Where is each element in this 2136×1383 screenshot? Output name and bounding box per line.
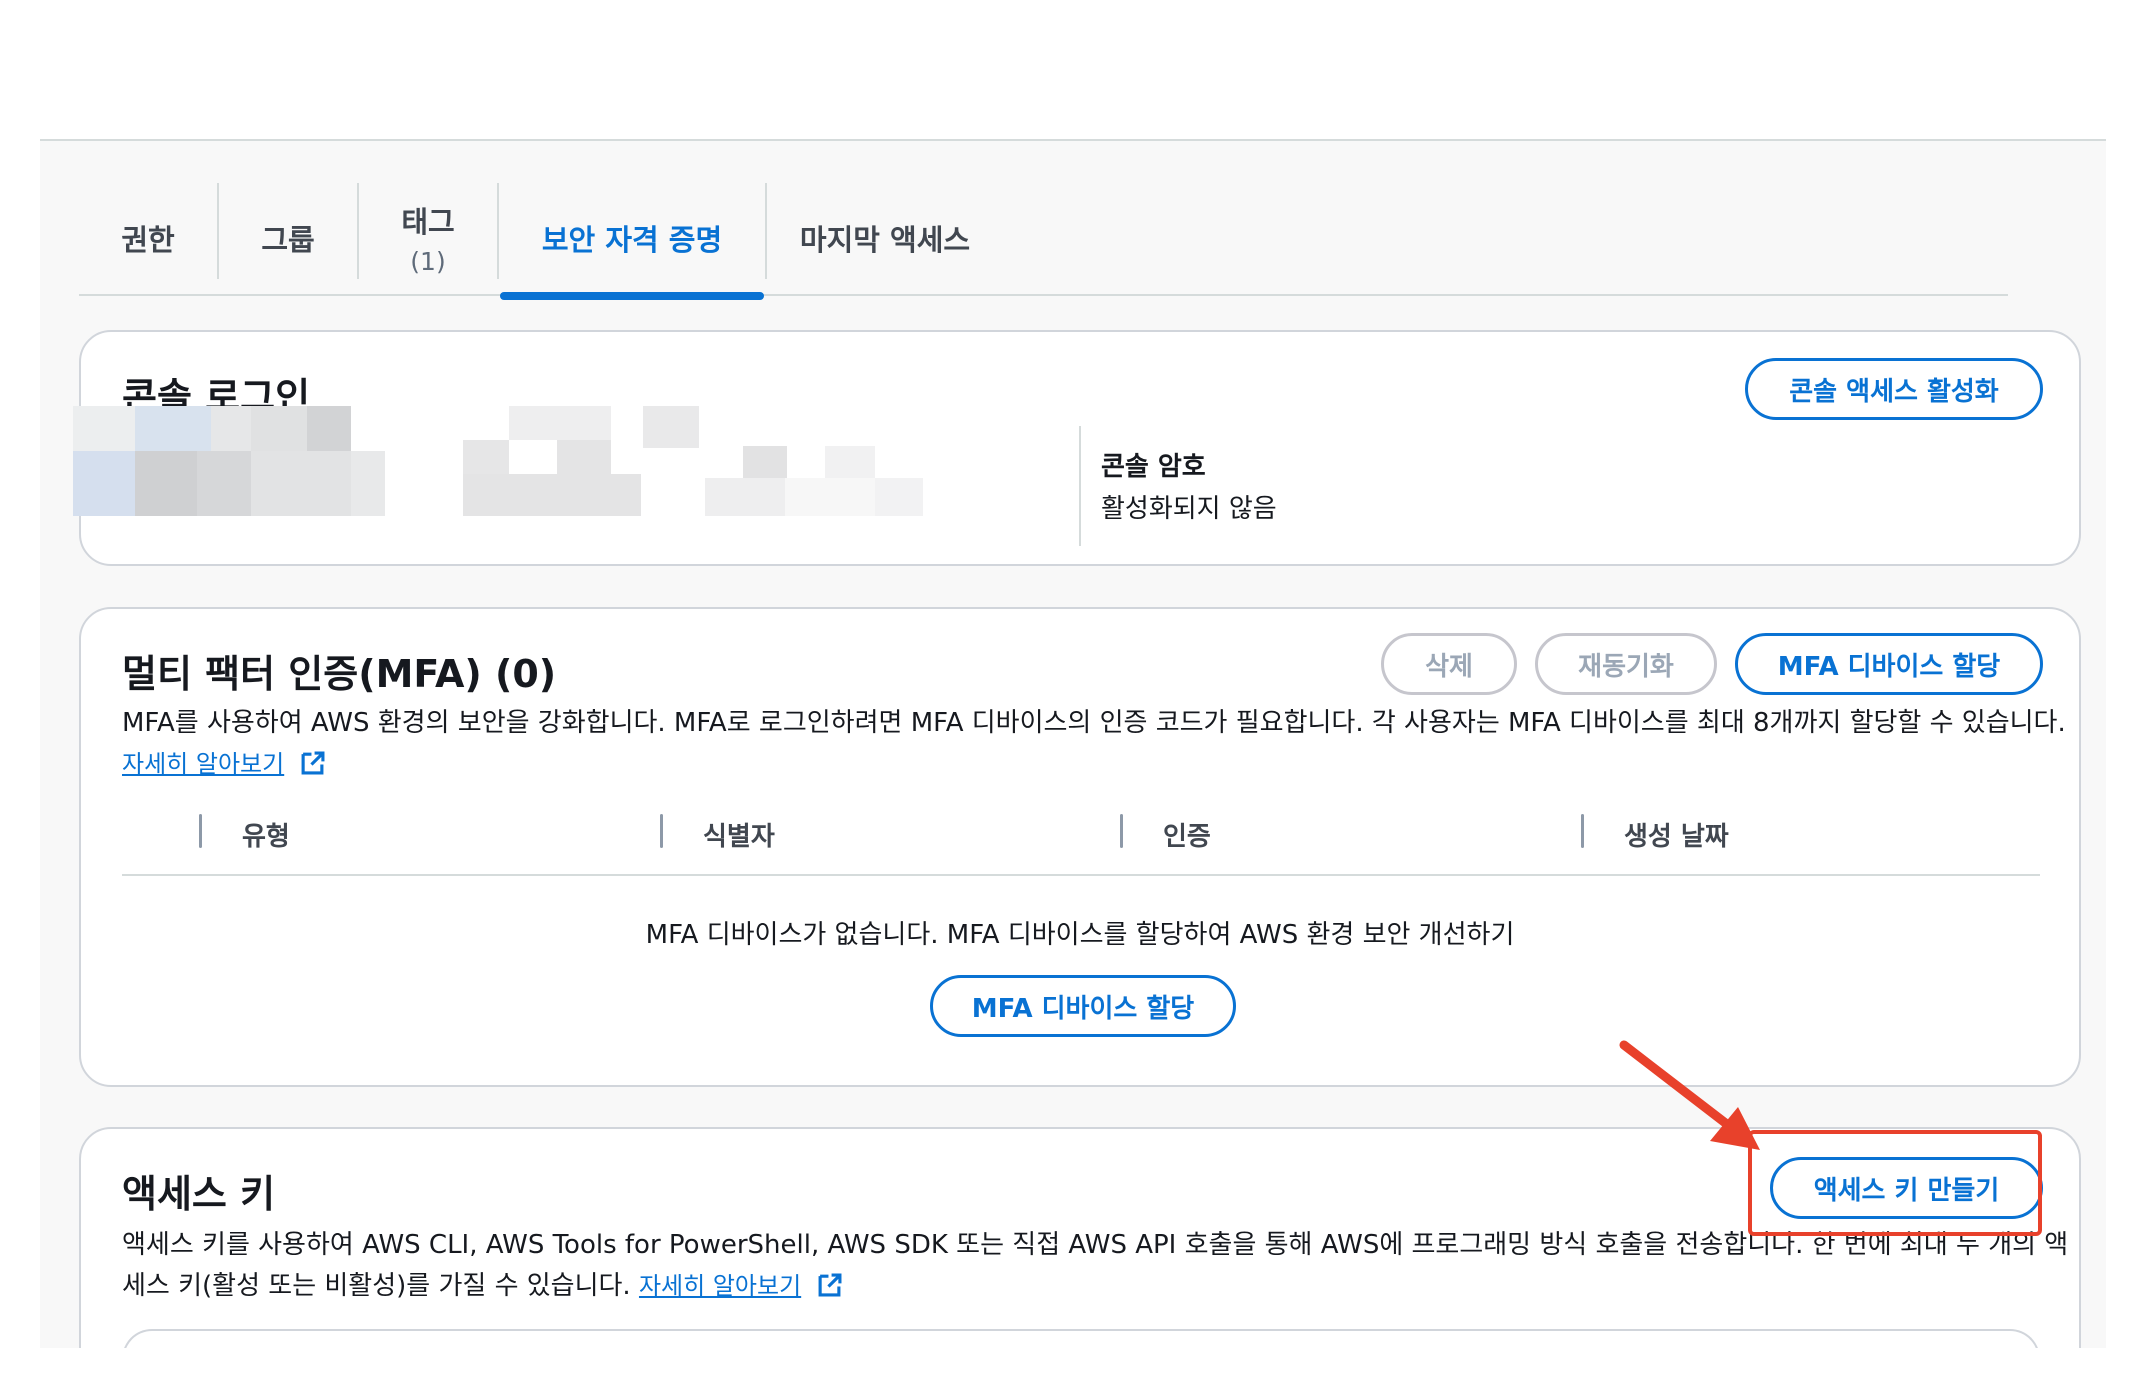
mfa-title: 멀티 팩터 인증(MFA) (0) [122,652,557,696]
bottom-crop [0,1348,2136,1383]
empty-state-assign-mfa-button[interactable]: MFA 디바이스 할당 [930,975,1236,1037]
column-header-label: 생성 날짜 [1624,821,1729,852]
access-keys-description: 액세스 키를 사용하여 AWS CLI, AWS Tools for Power… [122,1225,2082,1307]
external-link-icon[interactable] [817,1273,842,1298]
tab-label: 마지막 액세스 [799,222,971,257]
tab-label: 권한 [121,222,175,257]
mfa-learn-more-link[interactable]: 자세히 알아보기 [122,750,284,778]
mfa-description: MFA를 사용하여 AWS 환경의 보안을 강화합니다. MFA로 로그인하려면… [122,703,2082,785]
access-keys-title: 액세스 키 [122,1172,276,1216]
column-header-created-on[interactable]: 생성 날짜 [1581,814,1729,854]
tab-count: (1) [410,247,446,276]
column-resize-handle[interactable] [199,814,202,848]
mfa-panel: 멀티 팩터 인증(MFA) (0) 삭제 재동기화 MFA 디바이스 할당 MF… [79,607,2081,1087]
assign-mfa-device-button[interactable]: MFA 디바이스 할당 [1735,633,2043,695]
console-password-value: 활성화되지 않음 [1101,494,1277,524]
table-header-divider [122,874,2040,876]
column-resize-handle[interactable] [660,814,663,848]
tab-label: 보안 자격 증명 [541,222,723,257]
column-header-label: 식별자 [703,821,775,852]
console-password-label: 콘솔 암호 [1101,452,1206,482]
tab-permissions[interactable]: 권한 [79,181,217,294]
column-resize-handle[interactable] [1581,814,1584,848]
tab-groups[interactable]: 그룹 [219,181,357,294]
external-link-icon[interactable] [300,751,325,776]
mfa-description-text: MFA를 사용하여 AWS 환경의 보안을 강화합니다. MFA로 로그인하려면… [122,708,2066,738]
column-resize-handle[interactable] [1120,814,1123,848]
console-login-panel: 콘솔 로그인 콘솔 액세스 활성화 콘솔 암호 활성화되지 않음 [73,330,2081,566]
column-header-type[interactable]: 유형 [199,814,290,854]
tab-security-credentials[interactable]: 보안 자격 증명 [499,181,765,294]
tab-label: 그룹 [261,222,315,257]
column-header-certification[interactable]: 인증 [1120,814,1211,854]
column-separator [1079,426,1081,546]
tab-bar: 권한 그룹 태그 (1) 보안 자격 증명 마지막 액세스 [79,181,2008,300]
column-header-label: 인증 [1163,821,1211,852]
enable-console-access-button[interactable]: 콘솔 액세스 활성화 [1745,358,2043,420]
tab-last-accessed[interactable]: 마지막 액세스 [767,181,1003,294]
tab-tags[interactable]: 태그 (1) [359,181,497,294]
annotation-arrow-icon [1619,1040,1760,1150]
mfa-resync-button[interactable]: 재동기화 [1535,633,1717,695]
tab-label: 태그 [401,205,455,239]
access-keys-description-text: 액세스 키를 사용하여 AWS CLI, AWS Tools for Power… [122,1230,2069,1301]
column-header-identifier[interactable]: 식별자 [660,814,775,854]
redacted-sign-in-url [73,406,923,516]
column-header-label: 유형 [242,821,290,852]
mfa-empty-message: MFA 디바이스가 없습니다. MFA 디바이스를 할당하여 AWS 환경 보안… [645,920,1515,950]
access-keys-learn-more-link[interactable]: 자세히 알아보기 [639,1272,801,1300]
active-tab-indicator [500,292,764,300]
mfa-delete-button[interactable]: 삭제 [1381,633,1517,695]
annotation-highlight-box [1748,1130,2042,1236]
